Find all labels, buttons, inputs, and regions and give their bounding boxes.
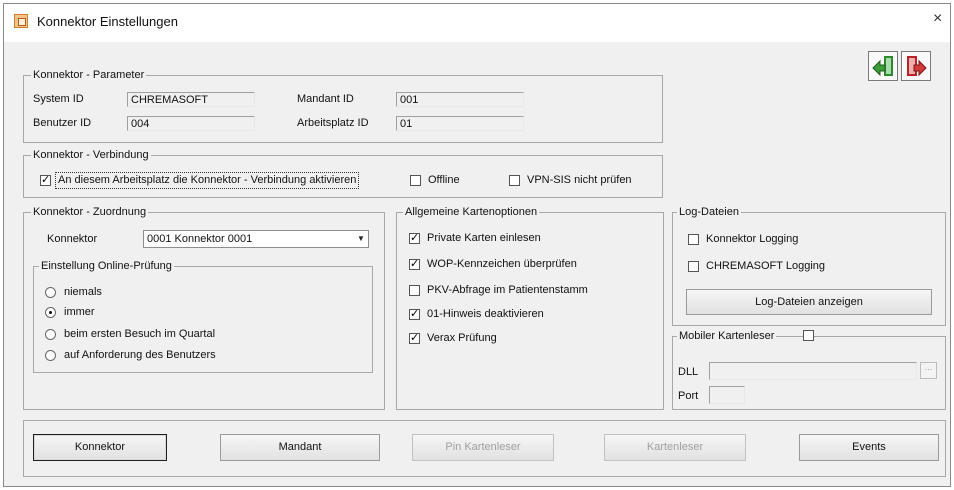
log-dateien-anzeigen-button[interactable]: Log-Dateien anzeigen <box>686 289 932 315</box>
vpn-checkbox[interactable] <box>509 175 520 186</box>
pin-kartenleser-button[interactable]: Pin Kartenleser <box>412 434 554 461</box>
parameter-group <box>23 75 663 143</box>
hinweis-checkbox[interactable]: ✓ <box>409 309 420 320</box>
radio-immer-label[interactable]: immer <box>64 306 95 319</box>
mandant-id-field: 001 <box>396 92 524 107</box>
radio-niemals-label[interactable]: niemals <box>64 286 102 299</box>
offline-label[interactable]: Offline <box>428 174 460 187</box>
hinweis-label[interactable]: 01-Hinweis deaktivieren <box>427 308 544 321</box>
verax-label[interactable]: Verax Prüfung <box>427 332 497 345</box>
dll-browse-button[interactable]: ... <box>920 362 937 379</box>
pkv-checkbox[interactable] <box>409 285 420 296</box>
wop-checkbox[interactable]: ✓ <box>409 259 420 270</box>
radio-anforderung-label[interactable]: auf Anforderung des Benutzers <box>64 349 216 362</box>
zuordnung-group-label: Konnektor - Zuordnung <box>31 206 149 218</box>
chevron-down-icon[interactable]: ▼ <box>354 231 368 247</box>
kartenleser-button[interactable]: Kartenleser <box>604 434 746 461</box>
port-label: Port <box>678 390 699 402</box>
radio-immer[interactable] <box>45 307 56 318</box>
kartenoptionen-group-label: Allgemeine Kartenoptionen <box>403 206 540 218</box>
konnektor-button[interactable]: Konnektor <box>33 434 167 461</box>
save-exit-icon[interactable] <box>868 51 898 81</box>
arbeitsplatz-id-label: Arbeitsplatz ID <box>297 117 369 129</box>
wop-label[interactable]: WOP-Kennzeichen überprüfen <box>427 258 577 271</box>
chremasoft-logging-checkbox[interactable] <box>688 261 699 272</box>
vpn-label[interactable]: VPN-SIS nicht prüfen <box>527 174 632 187</box>
konnektor-logging-label[interactable]: Konnektor Logging <box>706 233 798 246</box>
log-group-label: Log-Dateien <box>677 206 741 218</box>
window-title: Konnektor Einstellungen <box>37 14 178 29</box>
dll-field[interactable] <box>709 362 917 380</box>
konnektor-select[interactable]: 0001 Konnektor 0001 ▼ <box>143 230 369 248</box>
app-icon <box>14 14 28 28</box>
radio-erster-besuch-label[interactable]: beim ersten Besuch im Quartal <box>64 328 215 341</box>
port-field[interactable] <box>709 386 745 404</box>
pkv-label[interactable]: PKV-Abfrage im Patientenstamm <box>427 284 588 297</box>
radio-anforderung[interactable] <box>45 350 56 361</box>
verbindung-group-label: Konnektor - Verbindung <box>31 149 151 161</box>
online-pruefung-group-label: Einstellung Online-Prüfung <box>39 260 174 272</box>
konnektor-select-value: 0001 Konnektor 0001 <box>147 233 253 245</box>
arbeitsplatz-id-field: 01 <box>396 116 524 131</box>
mandant-button[interactable]: Mandant <box>220 434 380 461</box>
close-icon[interactable]: × <box>933 11 942 27</box>
verbindung-aktivieren-checkbox[interactable]: ✓ <box>40 175 51 186</box>
chremasoft-logging-label[interactable]: CHREMASOFT Logging <box>706 260 825 273</box>
events-button[interactable]: Events <box>799 434 939 461</box>
verax-checkbox[interactable]: ✓ <box>409 333 420 344</box>
mobil-group-label: Mobiler Kartenleser <box>677 330 777 342</box>
konnektor-logging-checkbox[interactable] <box>688 234 699 245</box>
benutzer-id-label: Benutzer ID <box>33 117 92 129</box>
exit-icon[interactable] <box>901 51 931 81</box>
parameter-group-label: Konnektor - Parameter <box>31 69 147 81</box>
benutzer-id-field: 004 <box>127 116 255 131</box>
mobil-checkbox[interactable] <box>803 330 814 341</box>
private-karten-label[interactable]: Private Karten einlesen <box>427 232 541 245</box>
radio-niemals[interactable] <box>45 287 56 298</box>
dll-label: DLL <box>678 366 699 378</box>
verbindung-aktivieren-label[interactable]: An diesem Arbeitsplatz die Konnektor - V… <box>55 172 360 189</box>
radio-erster-besuch[interactable] <box>45 329 56 340</box>
system-id-field: CHREMASOFT <box>127 92 255 107</box>
private-karten-checkbox[interactable]: ✓ <box>409 233 420 244</box>
mandant-id-label: Mandant ID <box>297 93 354 105</box>
system-id-label: System ID <box>33 93 84 105</box>
offline-checkbox[interactable] <box>410 175 421 186</box>
konnektor-select-label: Konnektor <box>47 233 98 245</box>
